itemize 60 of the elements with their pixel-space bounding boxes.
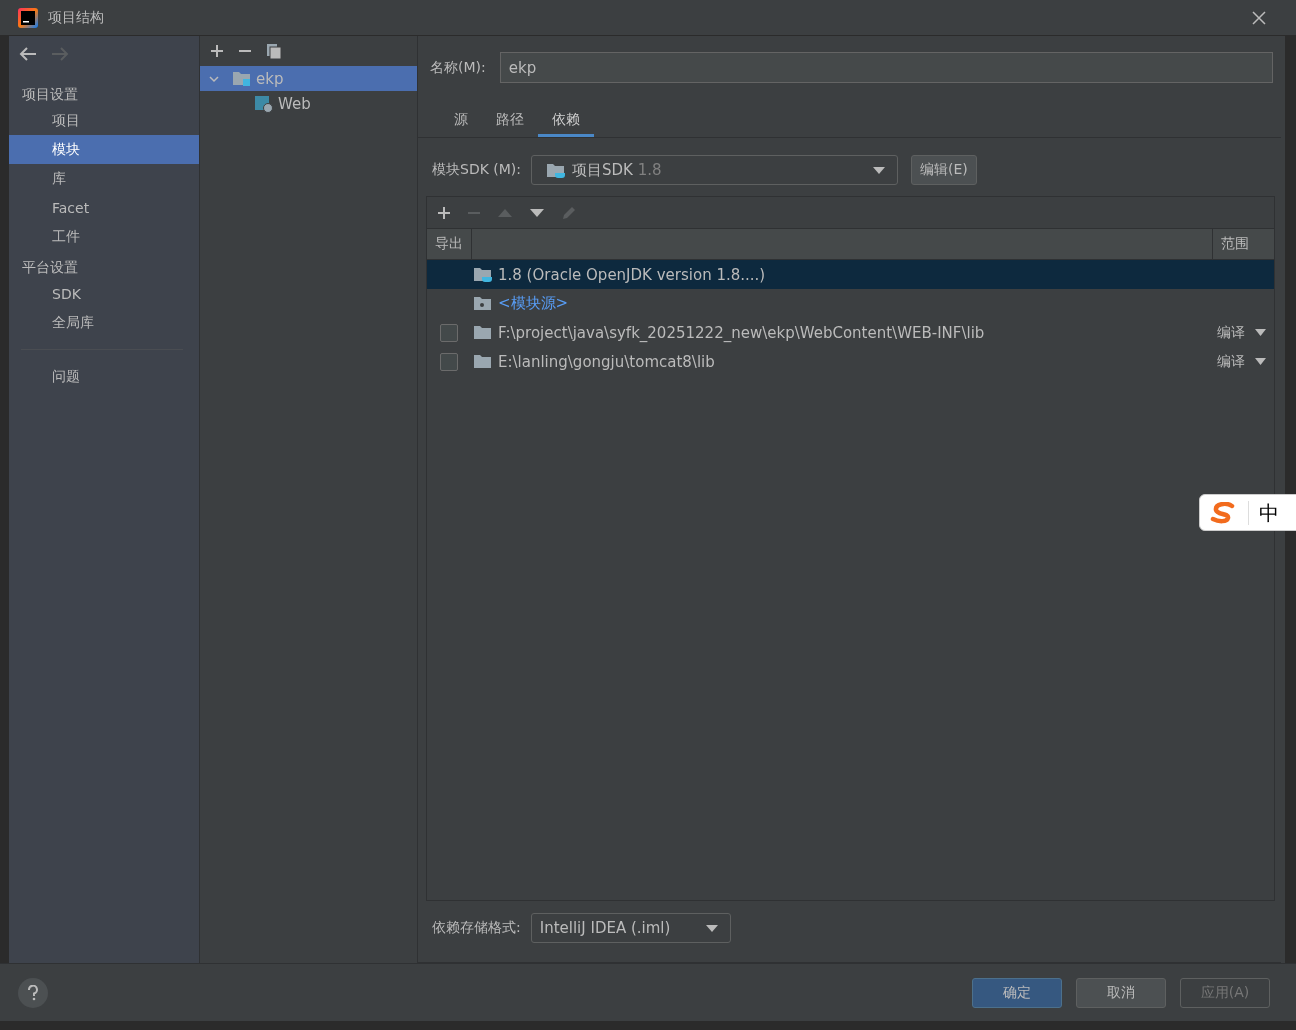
column-header: 范围 [1212,229,1274,259]
tab[interactable]: 路径 [482,105,538,137]
web-facet-icon [254,94,274,113]
edit-button[interactable]: 编辑(E) [911,155,977,185]
ime-toolbar[interactable]: 中 [1199,494,1296,531]
ime-logo-icon [1210,501,1236,524]
sidebar-item[interactable]: 库 [9,164,199,193]
dropdown-arrow-icon [705,924,718,932]
dependency-row[interactable]: 1.8 (Oracle OpenJDK version 1.8....) [427,260,1274,289]
dependency-row[interactable]: <模块源> [427,289,1274,318]
tab[interactable]: 依赖 [538,105,594,137]
ime-mode-label: 中 [1248,500,1279,525]
move-down-icon[interactable] [529,207,545,218]
add-icon[interactable] [210,44,224,58]
storage-format-label: 依赖存储格式: [432,919,521,937]
folder-icon [473,324,493,341]
sidebar-item[interactable]: 项目 [9,106,199,135]
name-label: 名称(M): [430,58,486,77]
dependency-row[interactable]: F:\project\java\syfk_20251222_new\ekp\WebContent\WEB-INF\lib 编译 [427,318,1274,347]
scope-dropdown[interactable]: 编译 [1217,323,1274,342]
tab[interactable]: 源 [440,105,482,137]
sidebar-item[interactable]: 工件 [9,222,199,251]
caret-icon [1255,329,1266,336]
sidebar-item[interactable]: SDK [9,279,199,308]
dependency-name: <模块源> [498,294,569,313]
sdk-dropdown[interactable]: 项目SDK 1.8 [531,155,899,185]
caret-icon [1255,358,1266,365]
window-title: 项目结构 [48,8,104,27]
source-folder-icon [473,295,493,312]
dependency-name: F:\project\java\syfk_20251222_new\ekp\WebContent\WEB-INF\lib [498,323,985,342]
column-header: 导出 [427,229,472,259]
module-sdk-label: 模块SDK (M): [432,161,522,179]
export-checkbox[interactable] [440,323,458,342]
scope-dropdown[interactable]: 编译 [1217,352,1274,371]
add-icon[interactable] [437,205,451,220]
section-heading: 项目设置 [21,85,79,104]
name-field[interactable]: ekp [499,52,1273,83]
back-arrow-icon[interactable] [19,47,37,61]
dialog-button[interactable]: 取消 [1076,977,1166,1008]
app-logo-icon [18,7,38,28]
folder-icon [473,353,493,370]
export-checkbox[interactable] [440,352,458,371]
help-button[interactable] [18,977,48,1008]
sdk-folder-icon [473,266,493,283]
dropdown-arrow-icon [873,166,886,174]
storage-format-dropdown[interactable]: IntelliJ IDEA (.iml) [530,913,731,943]
copy-icon[interactable] [266,43,282,59]
dependency-name: 1.8 (Oracle OpenJDK version 1.8....) [498,265,766,284]
dependency-row[interactable]: E:\lanling\gongju\tomcat8\lib 编译 [427,347,1274,376]
sidebar-item[interactable]: 模块 [9,135,199,164]
module-folder-icon [232,70,252,87]
dialog-button[interactable]: 确定 [972,977,1062,1008]
dependency-name: E:\lanling\gongju\tomcat8\lib [498,352,715,371]
question-mark-icon [28,984,38,1001]
sidebar-item[interactable]: 全局库 [9,308,199,337]
sidebar-item[interactable]: Facet [9,193,199,222]
sidebar-item[interactable]: 问题 [9,362,199,391]
section-heading: 平台设置 [21,258,79,277]
tree-item[interactable]: Web [200,91,417,116]
sdk-folder-icon [546,161,567,179]
